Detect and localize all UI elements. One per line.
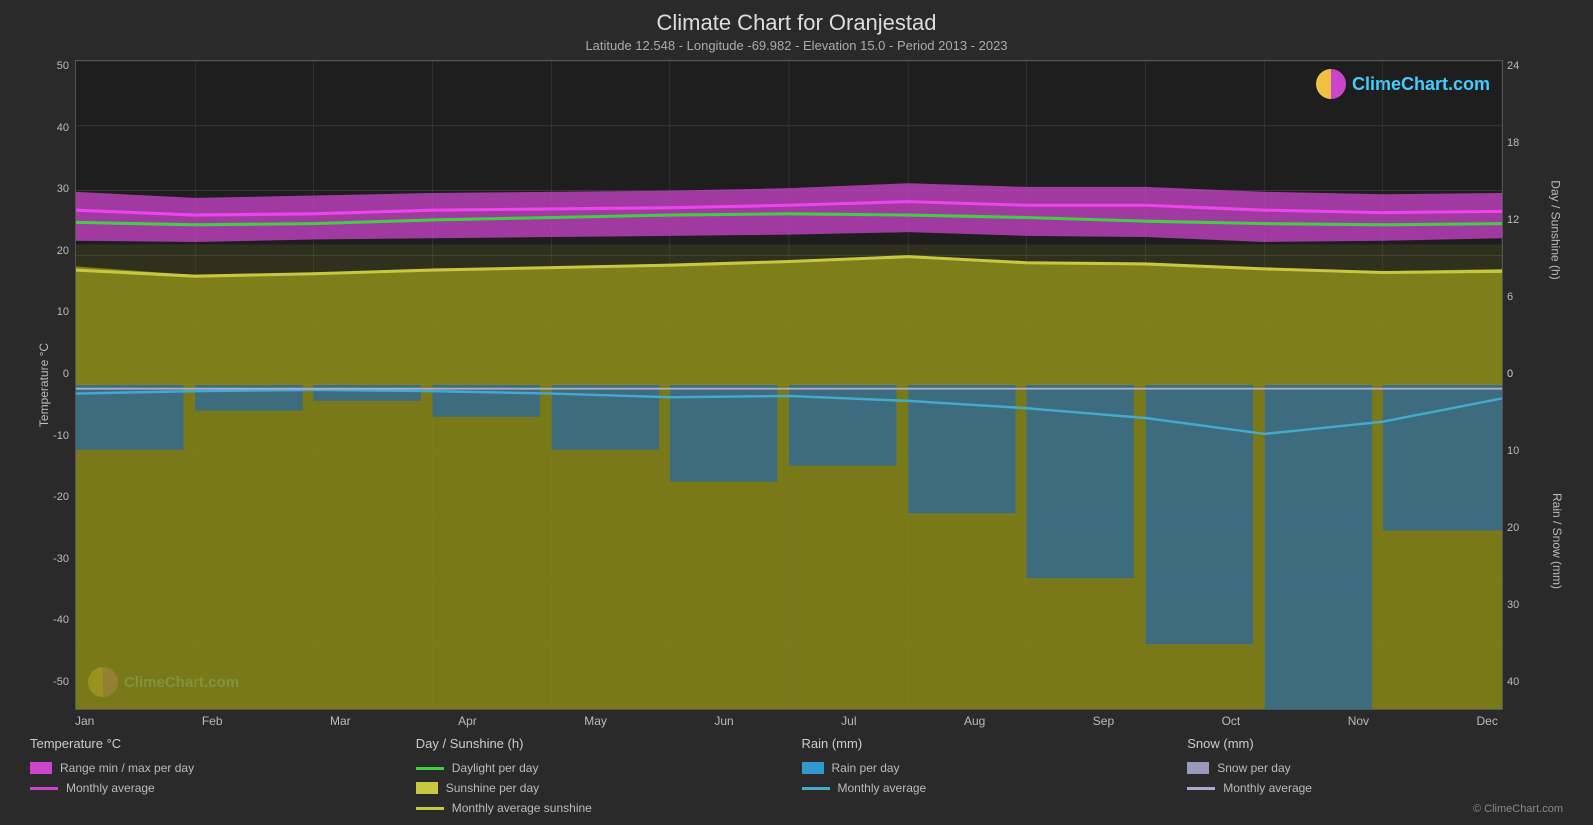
rain-avg-line bbox=[802, 787, 830, 790]
x-tick-jan: Jan bbox=[75, 714, 94, 728]
legend-snow-avg-label: Monthly average bbox=[1223, 781, 1312, 795]
daylight-line bbox=[416, 767, 444, 770]
snow-avg-line bbox=[1187, 787, 1215, 790]
legend-rain-label: Rain per day bbox=[832, 761, 900, 775]
x-tick-jul: Jul bbox=[841, 714, 856, 728]
y-axis-right: 24 18 12 6 0 0 10 20 30 40 Day / Sunshin… bbox=[1503, 60, 1573, 710]
y-tick: 40 bbox=[57, 122, 69, 134]
x-tick-sep: Sep bbox=[1093, 714, 1114, 728]
legend-item-sunshine-avg: Monthly average sunshine bbox=[416, 801, 802, 815]
page-wrapper: Climate Chart for Oranjestad Latitude 12… bbox=[0, 0, 1593, 825]
legend-rain-title: Rain (mm) bbox=[802, 736, 1188, 751]
legend-item-monthly-avg: Monthly average bbox=[30, 781, 416, 795]
y-tick: 50 bbox=[57, 60, 69, 72]
x-tick-dec: Dec bbox=[1477, 714, 1498, 728]
legend-item-snow: Snow per day bbox=[1187, 761, 1573, 775]
legend-sunshine: Day / Sunshine (h) Daylight per day Suns… bbox=[416, 736, 802, 815]
range-swatch bbox=[30, 762, 52, 774]
y-axis-right-rain: 0 10 20 30 40 bbox=[1507, 363, 1519, 688]
legend-sunshine-avg-label: Monthly average sunshine bbox=[452, 801, 592, 815]
chart-area: Temperature °C 50 40 30 20 10 0 -10 -20 … bbox=[20, 60, 1573, 710]
chart-title: Climate Chart for Oranjestad bbox=[20, 10, 1573, 36]
sunshine-swatch bbox=[416, 782, 438, 794]
x-tick-feb: Feb bbox=[202, 714, 223, 728]
copyright: © ClimeChart.com bbox=[1187, 801, 1573, 815]
legend-sunshine-label: Sunshine per day bbox=[446, 781, 539, 795]
x-tick-apr: Apr bbox=[458, 714, 477, 728]
y-tick-right: 40 bbox=[1507, 676, 1519, 688]
legend-snow-label: Snow per day bbox=[1217, 761, 1290, 775]
y-tick: 0 bbox=[63, 368, 69, 380]
y-tick: 10 bbox=[57, 306, 69, 318]
x-tick-nov: Nov bbox=[1348, 714, 1369, 728]
y-tick-right: 20 bbox=[1507, 522, 1519, 534]
chart-main: ClimeChart.com ClimeChart.com bbox=[75, 60, 1503, 710]
x-tick-aug: Aug bbox=[964, 714, 985, 728]
y-axis-left: Temperature °C 50 40 30 20 10 0 -10 -20 … bbox=[20, 60, 75, 710]
y-tick: -30 bbox=[53, 553, 69, 565]
legend-item-range: Range min / max per day bbox=[30, 761, 416, 775]
rain-swatch bbox=[802, 762, 824, 774]
y-tick-right: 12 bbox=[1507, 214, 1519, 226]
y-axis-left-label: Temperature °C bbox=[37, 343, 51, 427]
legend-area: Temperature °C Range min / max per day M… bbox=[20, 728, 1573, 815]
legend-snow: Snow (mm) Snow per day Monthly average ©… bbox=[1187, 736, 1573, 815]
y-tick-right: 10 bbox=[1507, 445, 1519, 457]
y-tick-right: 18 bbox=[1507, 137, 1519, 149]
sunshine-avg-line bbox=[416, 807, 444, 810]
legend-rain: Rain (mm) Rain per day Monthly average bbox=[802, 736, 1188, 815]
y-tick-right: 24 bbox=[1507, 60, 1519, 72]
legend-sunshine-title: Day / Sunshine (h) bbox=[416, 736, 802, 751]
legend-rain-avg-label: Monthly average bbox=[838, 781, 927, 795]
legend-item-daylight: Daylight per day bbox=[416, 761, 802, 775]
legend-item-rain-avg: Monthly average bbox=[802, 781, 1188, 795]
y-tick: -40 bbox=[53, 614, 69, 626]
monthly-avg-line bbox=[30, 787, 58, 790]
x-tick-mar: Mar bbox=[330, 714, 351, 728]
y-tick: 20 bbox=[57, 245, 69, 257]
y-axis-right-rain-label: Rain / Snow (mm) bbox=[1550, 492, 1564, 588]
y-tick: -20 bbox=[53, 491, 69, 503]
legend-daylight-label: Daylight per day bbox=[452, 761, 539, 775]
y-tick-right: 30 bbox=[1507, 599, 1519, 611]
x-tick-oct: Oct bbox=[1222, 714, 1241, 728]
y-tick: -10 bbox=[53, 430, 69, 442]
x-axis: Jan Feb Mar Apr May Jun Jul Aug Sep Oct … bbox=[20, 710, 1573, 728]
y-axis-right-sunshine-label: Day / Sunshine (h) bbox=[1548, 180, 1562, 279]
snow-swatch bbox=[1187, 762, 1209, 774]
legend-monthly-avg-label: Monthly average bbox=[66, 781, 155, 795]
legend-item-rain: Rain per day bbox=[802, 761, 1188, 775]
legend-temp-title: Temperature °C bbox=[30, 736, 416, 751]
chart-subtitle: Latitude 12.548 - Longitude -69.982 - El… bbox=[20, 38, 1573, 53]
y-tick: 30 bbox=[57, 183, 69, 195]
x-tick-jun: Jun bbox=[714, 714, 733, 728]
legend-item-snow-avg: Monthly average bbox=[1187, 781, 1573, 795]
legend-item-sunshine: Sunshine per day bbox=[416, 781, 802, 795]
y-axis-right-sunshine: 24 18 12 6 0 bbox=[1507, 60, 1519, 385]
legend-temperature: Temperature °C Range min / max per day M… bbox=[30, 736, 416, 815]
x-tick-may: May bbox=[584, 714, 607, 728]
y-tick-right: 0 bbox=[1507, 368, 1519, 380]
chart-header: Climate Chart for Oranjestad Latitude 12… bbox=[20, 10, 1573, 53]
y-tick: -50 bbox=[53, 676, 69, 688]
chart-svg bbox=[76, 61, 1502, 709]
y-tick-right: 6 bbox=[1507, 291, 1519, 303]
legend-range-label: Range min / max per day bbox=[60, 761, 194, 775]
legend-snow-title: Snow (mm) bbox=[1187, 736, 1573, 751]
